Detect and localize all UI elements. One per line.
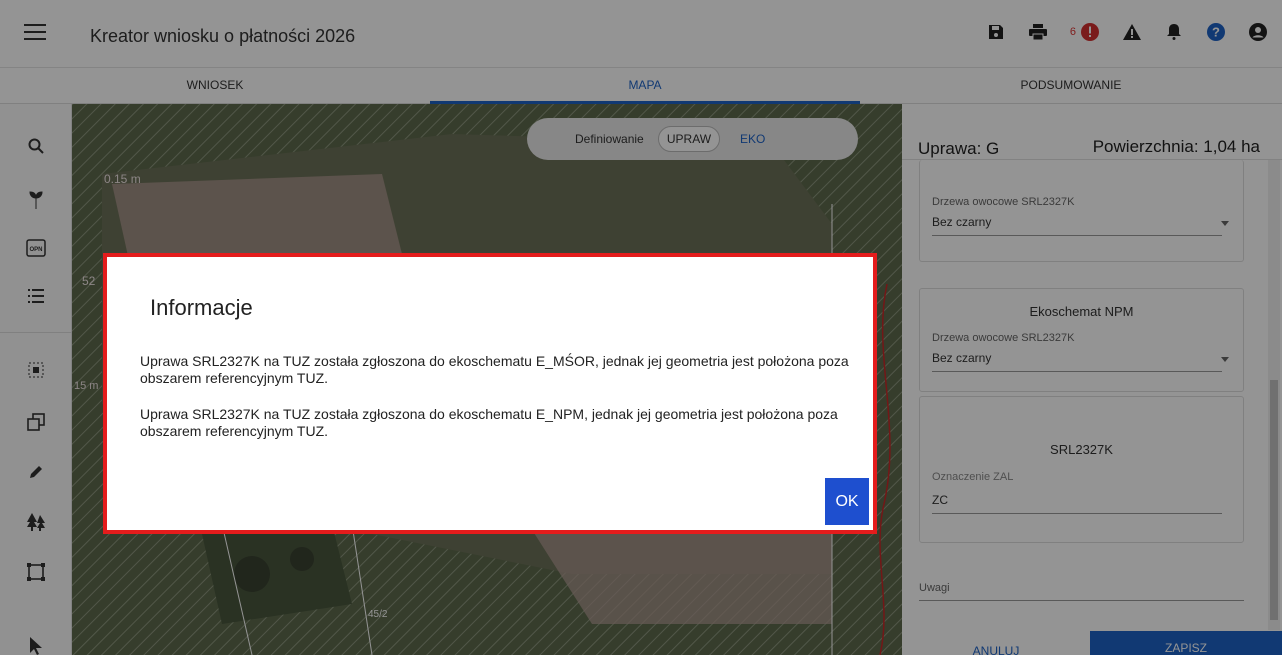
info-dialog: Informacje Uprawa SRL2327K na TUZ został… bbox=[103, 253, 877, 534]
dialog-message-1: Uprawa SRL2327K na TUZ została zgłoszona… bbox=[140, 353, 849, 386]
app-root: Kreator wniosku o płatności 2026 6 ? WNI… bbox=[0, 0, 1282, 655]
dialog-title: Informacje bbox=[150, 295, 253, 320]
ok-button[interactable]: OK bbox=[825, 478, 869, 525]
dialog-message-2: Uprawa SRL2327K na TUZ została zgłoszona… bbox=[140, 406, 838, 439]
